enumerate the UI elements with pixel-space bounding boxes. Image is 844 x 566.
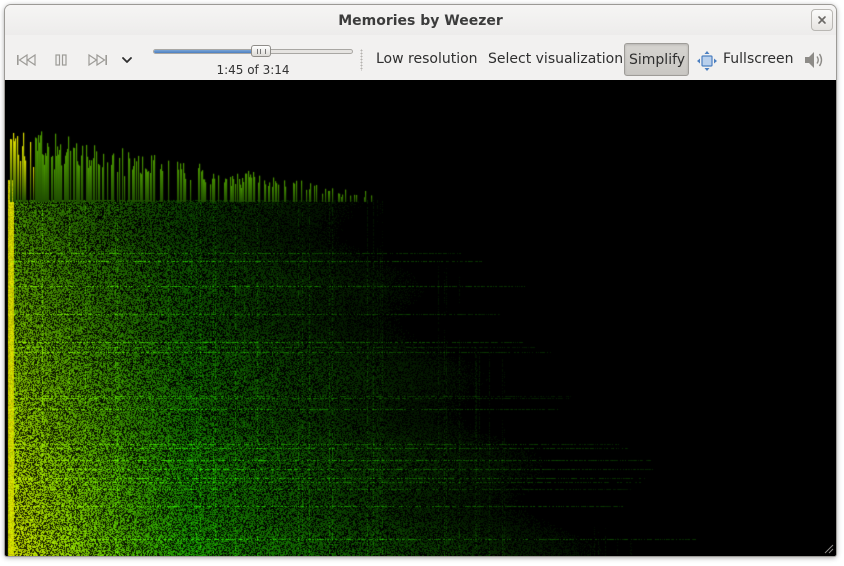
skip-next-icon — [88, 53, 107, 67]
toolbar-separator — [360, 49, 363, 71]
volume-button[interactable] — [801, 48, 827, 72]
seek-bar-progress — [154, 50, 262, 53]
fullscreen-icon-button[interactable] — [695, 49, 719, 73]
menu-dropdown-button[interactable] — [117, 49, 137, 71]
close-button[interactable] — [811, 9, 833, 31]
pause-icon — [55, 54, 67, 66]
player-window: Memories by Weezer 1:45 of 3:14 Low reso… — [5, 5, 836, 556]
spectrogram-visualization[interactable] — [5, 80, 836, 556]
skip-previous-icon — [17, 53, 36, 67]
next-button[interactable] — [83, 49, 111, 71]
low-resolution-button[interactable]: Low resolution — [376, 43, 478, 76]
volume-icon — [805, 52, 823, 68]
simplify-button[interactable]: Simplify — [624, 43, 689, 76]
title-bar[interactable]: Memories by Weezer — [5, 5, 836, 35]
seek-handle[interactable] — [251, 45, 272, 57]
window-title: Memories by Weezer — [338, 13, 503, 29]
select-visualization-button[interactable]: Select visualization — [488, 43, 623, 76]
time-label: 1:45 of 3:14 — [216, 63, 290, 77]
previous-button[interactable] — [13, 49, 41, 71]
seek-control: 1:45 of 3:14 — [153, 43, 353, 77]
pause-button[interactable] — [49, 49, 73, 71]
toolbar: 1:45 of 3:14 Low resolution Select visua… — [5, 35, 836, 80]
spectrogram-canvas — [5, 80, 836, 556]
chevron-down-icon — [122, 57, 132, 63]
fullscreen-button[interactable]: Fullscreen — [723, 43, 793, 76]
fullscreen-arrows-icon — [697, 51, 717, 71]
resize-grip-icon[interactable] — [822, 542, 834, 554]
close-icon — [818, 16, 826, 24]
